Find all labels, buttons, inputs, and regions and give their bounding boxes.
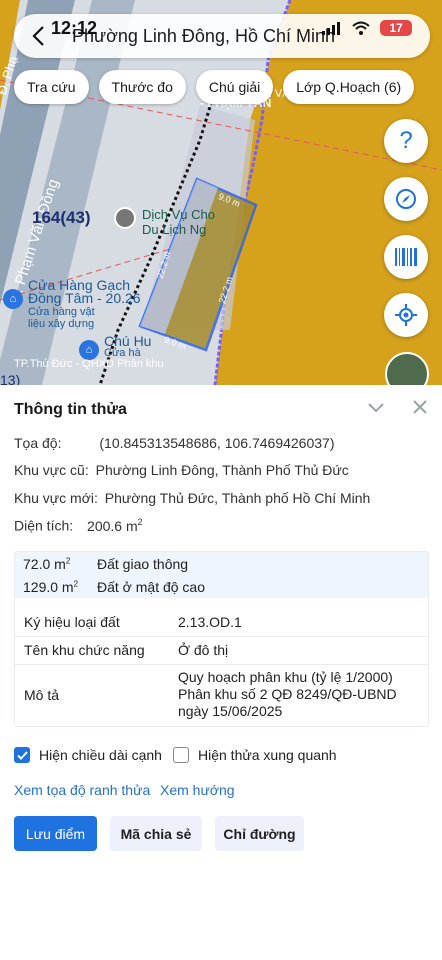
barcode-icon <box>395 248 417 266</box>
land-row: 72.0 m2 Đất giao thông <box>15 552 428 575</box>
kv-row: Tên khu chức năng Ở đô thị <box>15 637 428 665</box>
parcel-info-panel: Thông tin thửa Tọa độ: (10.845313548686,… <box>0 385 442 960</box>
store-icon: ⌂ <box>3 289 23 309</box>
size-row: Diện tích: 200.6 m2 <box>14 517 143 534</box>
new-area-value: Phường Thủ Đức, Thành phố Hồ Chí Minh <box>104 490 371 506</box>
chip-lop-quy-hoach[interactable]: Lớp Q.Hoạch (6) <box>283 70 415 104</box>
land-area-sup: 2 <box>73 579 79 589</box>
new-area-label: Khu vực mới: <box>14 490 98 506</box>
kv-key: Tên khu chức năng <box>24 642 145 658</box>
show-edge-length-checkbox[interactable]: Hiện chiều dài cạnh <box>14 747 162 763</box>
poi-dichvu-icon <box>114 207 136 229</box>
map-attribution: TP.Thủ Đức - QHXD Phân khu <box>14 358 164 370</box>
checkbox-unchecked[interactable] <box>173 747 189 763</box>
chip-tra-cuu[interactable]: Tra cứu <box>14 70 89 104</box>
map-view[interactable]: PHẠM VĂN Đ - PHẠM VĂN Đ. Phạ Đ. Phạm Văn… <box>0 0 442 385</box>
directions-button[interactable]: Chỉ đường <box>215 816 304 851</box>
poi-dichvu-label: Dịch Vụ Cho <box>142 207 215 222</box>
chip-row: Tra cứu Thước đo Chú giải Lớp Q.Hoạch (6… <box>14 70 415 104</box>
save-point-button[interactable]: Lưu điểm <box>14 816 97 851</box>
land-type: Đất ở mật độ cao <box>97 579 206 595</box>
old-area-value-2: Thành Phố Thủ Đức <box>222 462 349 478</box>
checkbox-label: Hiện chiều dài cạnh <box>39 747 162 763</box>
land-area: 72.0 m <box>23 556 66 572</box>
panel-title: Thông tin thửa <box>14 401 127 418</box>
view-boundary-coords-link[interactable]: Xem tọa độ ranh thửa <box>14 782 150 798</box>
new-area-row: Khu vực mới: Phường Thủ Đức, Thành phố H… <box>14 490 370 506</box>
status-bar: 12:12 17 <box>0 0 442 38</box>
land-area-sup: 2 <box>65 556 71 566</box>
compass-icon <box>396 189 416 209</box>
chip-chu-giai[interactable]: Chú giải <box>195 70 274 104</box>
kv-row: Mô tả Quy hoạch phân khu (tỷ lệ 1/2000) … <box>15 665 428 725</box>
land-area: 129.0 m <box>23 579 74 595</box>
status-time: 12:12 <box>51 18 98 38</box>
close-icon[interactable] <box>411 398 429 416</box>
kv-row: Ký hiệu loại đất 2.13.OD.1 <box>15 609 428 637</box>
land-row: 129.0 m2 Đất ở mật độ cao <box>15 575 428 598</box>
show-surrounding-plots-checkbox[interactable]: Hiện thửa xung quanh <box>173 747 337 763</box>
signal-icon <box>322 21 340 35</box>
battery-indicator: 17 <box>380 20 412 36</box>
kv-key: Ký hiệu loại đất <box>24 614 120 630</box>
plot-code-label: 164(43) <box>32 208 91 227</box>
land-type: Đất giao thông <box>97 556 189 572</box>
question-icon: ? <box>399 127 413 154</box>
old-area-label: Khu vực cũ: <box>14 462 89 478</box>
left-number-label: 13) <box>0 372 21 385</box>
size-label: Diện tích: <box>14 517 74 534</box>
crosshair-icon <box>395 304 417 326</box>
compass-button[interactable] <box>384 177 428 221</box>
help-button[interactable]: ? <box>384 119 428 163</box>
checkbox-label: Hiện thửa xung quanh <box>198 747 337 763</box>
old-area-row: Khu vực cũ: Phường Linh Đông, Thành Phố … <box>14 462 349 478</box>
land-use-table: 72.0 m2 Đất giao thông 129.0 m2 Đất ở mậ… <box>14 551 429 727</box>
status-icons: 17 <box>322 20 412 36</box>
view-direction-link[interactable]: Xem hướng <box>160 782 235 798</box>
kv-key: Mô tả <box>24 687 60 703</box>
coordinate-row: Tọa độ: (10.845313548686, 106.7469426037… <box>14 435 334 451</box>
locate-button[interactable] <box>384 293 428 337</box>
chip-thuoc-do[interactable]: Thước đo <box>98 70 186 104</box>
share-code-button[interactable]: Mã chia sẻ <box>110 816 202 851</box>
checkbox-checked[interactable] <box>14 747 30 763</box>
poi-dongtam-label: Đồng Tâm - 20.26 <box>28 290 141 306</box>
barcode-button[interactable] <box>384 235 428 279</box>
check-icon <box>16 750 28 760</box>
store-icon-2: ⌂ <box>79 340 99 360</box>
kv-value: 2.13.OD.1 <box>178 614 242 630</box>
poi-cuahang-sub1: Cửa hàng vật <box>28 306 95 318</box>
poi-dulich-label: Du Lịch Ng <box>142 222 207 237</box>
coordinate-value[interactable]: (10.845313548686, 106.7469426037) <box>99 435 334 451</box>
size-unit-sup: 2 <box>137 517 143 527</box>
old-area-value: Phường Linh Đông, <box>95 462 219 478</box>
kv-value: Quy hoạch phân khu (tỷ lệ 1/2000) Phân k… <box>178 669 397 719</box>
chevron-down-icon[interactable] <box>366 397 386 417</box>
size-value: 200.6 m <box>87 517 138 534</box>
coordinate-label: Tọa độ: <box>14 435 62 451</box>
poi-cuahang-sub2: liệu xây dựng <box>28 318 95 330</box>
kv-value: Ở đô thị <box>178 642 229 658</box>
wifi-icon <box>352 21 370 35</box>
